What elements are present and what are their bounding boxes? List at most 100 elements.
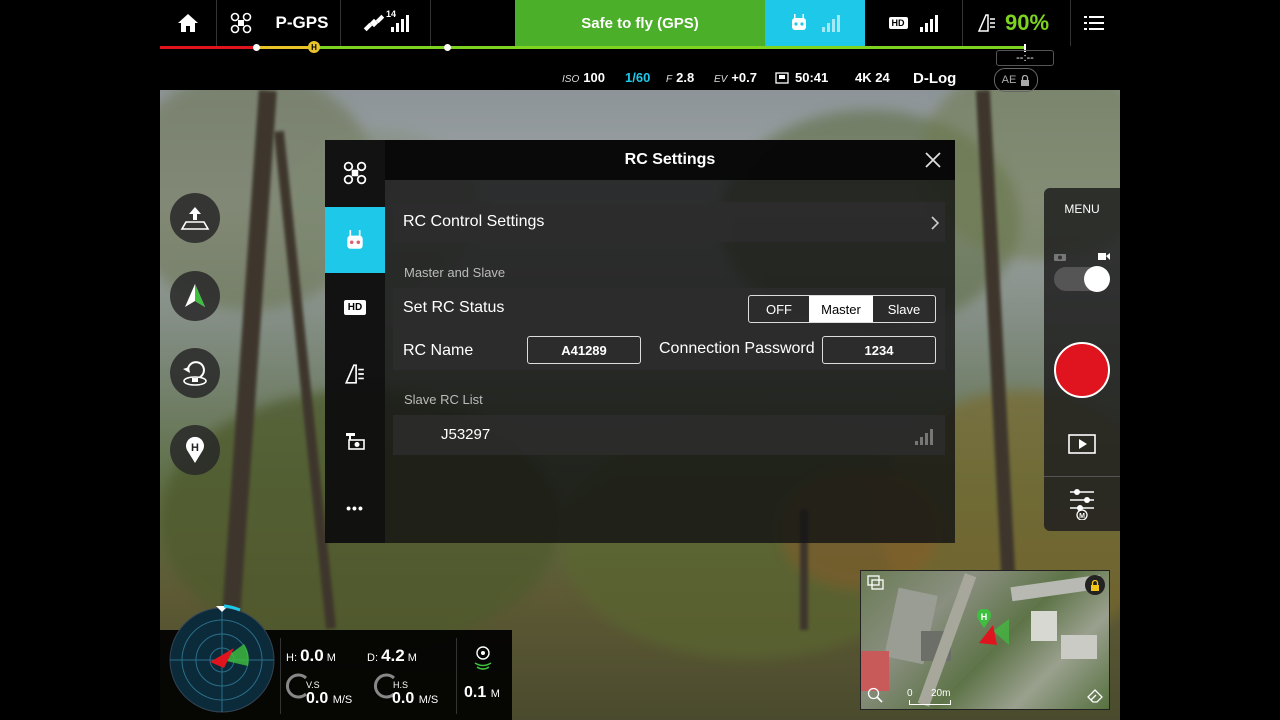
vision-positioning-icon (474, 646, 492, 670)
svg-text:H: H (191, 442, 199, 454)
dialog-title: RC Settings (385, 140, 955, 180)
return-to-home-button[interactable] (170, 348, 220, 398)
photo-video-toggle[interactable] (1054, 266, 1110, 292)
navigation-arrow-icon (185, 284, 205, 307)
lock-icon (1021, 74, 1030, 86)
remote-controller-icon (347, 230, 363, 249)
status-option-off[interactable]: OFF (749, 296, 809, 322)
rc-signal-bars (822, 14, 840, 32)
slave-rc-list-item[interactable]: J53297 (393, 415, 945, 455)
battery-marker (444, 44, 451, 51)
remote-controller-icon (792, 14, 806, 30)
color-profile[interactable]: D-Log (913, 70, 956, 87)
status-option-slave[interactable]: Slave (873, 296, 935, 322)
rc-control-settings-row[interactable]: RC Control Settings (393, 202, 945, 242)
drone-icon (343, 161, 367, 185)
shutter-readout[interactable]: 1/60 (625, 70, 650, 85)
top-bar: P-GPS 14 Safe to fly (GPS) HD 90% (160, 0, 1120, 46)
tab-rc-settings[interactable] (325, 207, 385, 273)
tab-battery-settings[interactable] (325, 341, 385, 407)
tab-gimbal-settings[interactable] (325, 408, 385, 474)
connection-password-label: Connection Password (659, 340, 815, 357)
aperture-readout[interactable]: F 2.8 (666, 70, 694, 85)
expand-map-icon[interactable] (867, 575, 885, 591)
svg-text:M: M (1079, 513, 1085, 520)
section-slave-rc-list: Slave RC List (404, 392, 483, 407)
camera-menu-button[interactable]: MENU (1044, 202, 1120, 216)
hd-signal-bars (919, 14, 938, 32)
map-scale-zero: 0 (907, 688, 913, 699)
battery-status[interactable]: 90% (970, 0, 1056, 46)
map-scale-label: 20m (931, 688, 951, 699)
close-icon[interactable] (923, 150, 943, 170)
lock-icon (1091, 579, 1099, 591)
playback-icon[interactable] (1068, 434, 1096, 454)
hd-badge: HD (888, 17, 908, 29)
map-scale-bar (909, 700, 951, 705)
vertical-speed-readout: 0.0 M/S (306, 690, 353, 707)
intelligent-flight-button[interactable] (170, 271, 220, 321)
section-master-slave: Master and Slave (404, 265, 506, 280)
home-point-button[interactable]: H (170, 425, 220, 475)
rc-settings-dialog: HD ••• RC Settings RC Control Settings M… (325, 140, 955, 543)
gps-status[interactable]: 14 (356, 0, 416, 46)
connection-password-field[interactable]: 1234 (822, 336, 936, 364)
takeoff-icon (180, 207, 210, 230)
photo-mode-icon (1054, 254, 1066, 261)
menu-button[interactable] (1074, 0, 1114, 46)
map-pin-h-icon: H (186, 436, 204, 463)
mini-map[interactable]: H 0 20m (860, 570, 1110, 710)
iso-readout[interactable]: ISO 100 (562, 70, 605, 85)
tab-aircraft-settings[interactable] (325, 140, 385, 206)
battery-icon (344, 364, 364, 384)
battery-marker-low (253, 44, 260, 51)
camera-settings-sliders-icon[interactable]: M (1068, 488, 1096, 520)
rc-name-label: RC Name (403, 342, 474, 359)
home-button[interactable] (170, 0, 206, 46)
flight-mode[interactable]: P-GPS (270, 0, 334, 46)
battery-percent: 90% (1004, 10, 1050, 35)
hd-signal[interactable]: HD (878, 0, 948, 46)
rc-status-segmented-control: OFF Master Slave (748, 295, 936, 323)
ev-readout[interactable]: EV +0.7 (714, 70, 757, 85)
vision-altitude-readout: 0.1 M (464, 684, 500, 701)
battery-bar-remaining (314, 46, 1024, 49)
storage-remaining[interactable]: 50:41 (775, 70, 828, 85)
tab-more-settings[interactable]: ••• (325, 475, 385, 541)
chevron-right-icon (931, 216, 939, 230)
drone-icon (230, 12, 252, 34)
flight-time: --:-- (996, 50, 1054, 66)
rc-control-settings-label: RC Control Settings (403, 213, 545, 230)
ae-lock-button[interactable]: AE (994, 68, 1038, 92)
record-button[interactable] (1054, 342, 1110, 398)
height-readout: H: 0.0 M (286, 646, 336, 665)
list-menu-icon (1084, 16, 1104, 30)
rc-name-field[interactable]: A41289 (527, 336, 641, 364)
tab-hd-settings[interactable]: HD (325, 274, 385, 340)
eraser-icon[interactable] (1087, 689, 1103, 703)
sd-card-icon (775, 71, 789, 84)
camera-control-panel: MENU M (1044, 188, 1120, 531)
battery-icon (977, 14, 995, 32)
telemetry-panel: H: 0.0 M D: 4.2 M V.S 0.0 M/S H.S 0.0 M/… (160, 604, 512, 720)
map-lock-button[interactable] (1085, 575, 1105, 595)
flight-status-banner[interactable]: Safe to fly (GPS) (515, 0, 765, 46)
video-resolution[interactable]: 4K 24 (855, 70, 890, 85)
vertical-speed-label: V.S (306, 680, 320, 690)
home-icon (178, 14, 198, 32)
aircraft-status-button[interactable] (224, 0, 258, 46)
slave-rc-name: J53297 (441, 426, 491, 443)
home-point-map-icon: H (977, 609, 991, 628)
zoom-map-icon[interactable] (867, 687, 883, 703)
attitude-radar[interactable] (168, 604, 276, 714)
battery-bar-critical (160, 46, 256, 49)
takeoff-button[interactable] (170, 193, 220, 243)
svg-text:H: H (981, 612, 988, 622)
dji-go-screen: P-GPS 14 Safe to fly (GPS) HD 90% H --:-… (160, 0, 1120, 720)
return-home-marker: H (308, 41, 320, 53)
settings-sidebar: HD ••• (325, 140, 385, 543)
rc-signal[interactable] (765, 0, 865, 46)
status-option-master[interactable]: Master (809, 296, 873, 322)
hd-icon: HD (343, 299, 367, 315)
battery-bar-low (256, 46, 314, 49)
